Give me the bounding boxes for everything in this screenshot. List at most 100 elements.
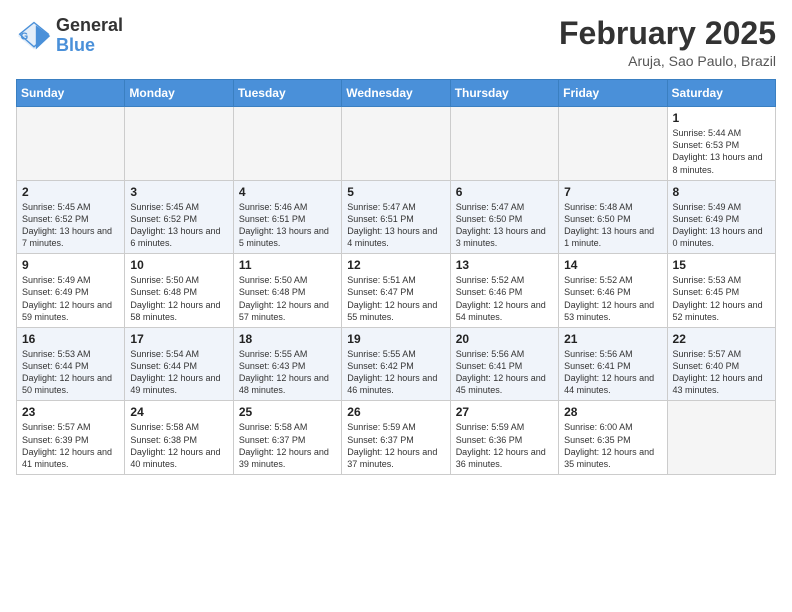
- day-cell: 10Sunrise: 5:50 AM Sunset: 6:48 PM Dayli…: [125, 254, 233, 328]
- week-row-5: 23 Sunrise: 5:57 AM Sunset: 6:39 PM Dayli…: [17, 401, 776, 475]
- day-cell: [125, 107, 233, 181]
- weekday-header-sunday: Sunday: [17, 80, 125, 107]
- weekday-header-thursday: Thursday: [450, 80, 558, 107]
- day-cell: 27Sunrise: 5:59 AM Sunset: 6:36 PM Dayli…: [450, 401, 558, 475]
- day-cell: [559, 107, 667, 181]
- day-number: 20: [456, 332, 553, 346]
- day-number: 12: [347, 258, 444, 272]
- day-info: Sunrise: 5:57 AM Sunset: 6:39 PM Dayligh…: [22, 421, 119, 470]
- day-info: Sunrise: 5:45 AM Sunset: 6:52 PM Dayligh…: [130, 201, 227, 250]
- day-number: 8: [673, 185, 770, 199]
- day-info: Sunrise: 5:55 AM Sunset: 6:42 PM Dayligh…: [347, 348, 444, 397]
- day-info: Sunrise: 5:46 AM Sunset: 6:51 PM Dayligh…: [239, 201, 336, 250]
- day-number: 17: [130, 332, 227, 346]
- day-number: 1: [673, 111, 770, 125]
- day-number: 7: [564, 185, 661, 199]
- day-info: Sunrise: 5:56 AM Sunset: 6:41 PM Dayligh…: [564, 348, 661, 397]
- day-cell: 23 Sunrise: 5:57 AM Sunset: 6:39 PM Dayli…: [17, 401, 125, 475]
- day-info: Sunrise: 5:54 AM Sunset: 6:44 PM Dayligh…: [130, 348, 227, 397]
- day-info: Sunrise: 5:50 AM Sunset: 6:48 PM Dayligh…: [239, 274, 336, 323]
- day-info: Sunrise: 5:45 AM Sunset: 6:52 PM Dayligh…: [22, 201, 119, 250]
- day-info: Sunrise: 5:48 AM Sunset: 6:50 PM Dayligh…: [564, 201, 661, 250]
- day-number: 23: [22, 405, 119, 419]
- day-cell: 2 Sunrise: 5:45 AM Sunset: 6:52 PM Daylig…: [17, 180, 125, 254]
- day-cell: 22 Sunrise: 5:57 AM Sunset: 6:40 PM Dayli…: [667, 327, 775, 401]
- day-cell: 18 Sunrise: 5:55 AM Sunset: 6:43 PM Dayli…: [233, 327, 341, 401]
- day-number: 24: [130, 405, 227, 419]
- day-number: 25: [239, 405, 336, 419]
- day-info: Sunrise: 5:49 AM Sunset: 6:49 PM Dayligh…: [673, 201, 770, 250]
- day-cell: 25 Sunrise: 5:58 AM Sunset: 6:37 PM Dayli…: [233, 401, 341, 475]
- day-cell: 21 Sunrise: 5:56 AM Sunset: 6:41 PM Dayli…: [559, 327, 667, 401]
- week-row-2: 2 Sunrise: 5:45 AM Sunset: 6:52 PM Daylig…: [17, 180, 776, 254]
- day-info: Sunrise: 5:56 AM Sunset: 6:41 PM Dayligh…: [456, 348, 553, 397]
- day-info: Sunrise: 5:52 AM Sunset: 6:46 PM Dayligh…: [456, 274, 553, 323]
- day-info: Sunrise: 5:51 AM Sunset: 6:47 PM Dayligh…: [347, 274, 444, 323]
- weekday-header-saturday: Saturday: [667, 80, 775, 107]
- day-number: 28: [564, 405, 661, 419]
- month-title: February 2025: [559, 16, 776, 51]
- day-info: Sunrise: 5:52 AM Sunset: 6:46 PM Dayligh…: [564, 274, 661, 323]
- day-cell: 1 Sunrise: 5:44 AM Sunset: 6:53 PM Daylig…: [667, 107, 775, 181]
- logo-general-text: General: [56, 16, 123, 36]
- day-info: Sunrise: 6:00 AM Sunset: 6:35 PM Dayligh…: [564, 421, 661, 470]
- day-number: 16: [22, 332, 119, 346]
- day-number: 9: [22, 258, 119, 272]
- day-info: Sunrise: 5:44 AM Sunset: 6:53 PM Dayligh…: [673, 127, 770, 176]
- day-cell: [342, 107, 450, 181]
- day-number: 14: [564, 258, 661, 272]
- logo-blue-text: Blue: [56, 36, 123, 56]
- day-info: Sunrise: 5:47 AM Sunset: 6:51 PM Dayligh…: [347, 201, 444, 250]
- day-cell: 24 Sunrise: 5:58 AM Sunset: 6:38 PM Dayli…: [125, 401, 233, 475]
- day-number: 21: [564, 332, 661, 346]
- day-cell: [667, 401, 775, 475]
- day-cell: 5 Sunrise: 5:47 AM Sunset: 6:51 PM Daylig…: [342, 180, 450, 254]
- day-info: Sunrise: 5:59 AM Sunset: 6:37 PM Dayligh…: [347, 421, 444, 470]
- day-cell: 7 Sunrise: 5:48 AM Sunset: 6:50 PM Daylig…: [559, 180, 667, 254]
- day-number: 19: [347, 332, 444, 346]
- day-info: Sunrise: 5:55 AM Sunset: 6:43 PM Dayligh…: [239, 348, 336, 397]
- day-cell: 17 Sunrise: 5:54 AM Sunset: 6:44 PM Dayli…: [125, 327, 233, 401]
- day-number: 26: [347, 405, 444, 419]
- weekday-header-wednesday: Wednesday: [342, 80, 450, 107]
- day-number: 15: [673, 258, 770, 272]
- day-cell: 8 Sunrise: 5:49 AM Sunset: 6:49 PM Daylig…: [667, 180, 775, 254]
- day-number: 6: [456, 185, 553, 199]
- day-cell: [17, 107, 125, 181]
- header: G General Blue February 2025 Aruja, Sao …: [16, 16, 776, 69]
- day-number: 27: [456, 405, 553, 419]
- day-cell: [450, 107, 558, 181]
- weekday-header-row: SundayMondayTuesdayWednesdayThursdayFrid…: [17, 80, 776, 107]
- day-cell: 9 Sunrise: 5:49 AM Sunset: 6:49 PM Daylig…: [17, 254, 125, 328]
- day-number: 3: [130, 185, 227, 199]
- page: G General Blue February 2025 Aruja, Sao …: [0, 0, 792, 612]
- day-cell: 15 Sunrise: 5:53 AM Sunset: 6:45 PM Dayli…: [667, 254, 775, 328]
- week-row-1: 1 Sunrise: 5:44 AM Sunset: 6:53 PM Daylig…: [17, 107, 776, 181]
- day-cell: 4Sunrise: 5:46 AM Sunset: 6:51 PM Daylig…: [233, 180, 341, 254]
- day-cell: [233, 107, 341, 181]
- day-number: 18: [239, 332, 336, 346]
- day-cell: 11 Sunrise: 5:50 AM Sunset: 6:48 PM Dayli…: [233, 254, 341, 328]
- day-info: Sunrise: 5:49 AM Sunset: 6:49 PM Dayligh…: [22, 274, 119, 323]
- day-cell: 3 Sunrise: 5:45 AM Sunset: 6:52 PM Daylig…: [125, 180, 233, 254]
- day-info: Sunrise: 5:58 AM Sunset: 6:38 PM Dayligh…: [130, 421, 227, 470]
- logo-text: General Blue: [56, 16, 123, 56]
- day-cell: 14 Sunrise: 5:52 AM Sunset: 6:46 PM Dayli…: [559, 254, 667, 328]
- logo-icon: G: [16, 18, 52, 54]
- day-number: 5: [347, 185, 444, 199]
- day-cell: 16Sunrise: 5:53 AM Sunset: 6:44 PM Dayli…: [17, 327, 125, 401]
- day-info: Sunrise: 5:58 AM Sunset: 6:37 PM Dayligh…: [239, 421, 336, 470]
- day-number: 22: [673, 332, 770, 346]
- day-cell: 19 Sunrise: 5:55 AM Sunset: 6:42 PM Dayli…: [342, 327, 450, 401]
- day-cell: 12 Sunrise: 5:51 AM Sunset: 6:47 PM Dayli…: [342, 254, 450, 328]
- weekday-header-friday: Friday: [559, 80, 667, 107]
- day-info: Sunrise: 5:53 AM Sunset: 6:45 PM Dayligh…: [673, 274, 770, 323]
- day-number: 10: [130, 258, 227, 272]
- day-cell: 13Sunrise: 5:52 AM Sunset: 6:46 PM Dayli…: [450, 254, 558, 328]
- day-info: Sunrise: 5:57 AM Sunset: 6:40 PM Dayligh…: [673, 348, 770, 397]
- day-number: 11: [239, 258, 336, 272]
- title-block: February 2025 Aruja, Sao Paulo, Brazil: [559, 16, 776, 69]
- day-cell: 20 Sunrise: 5:56 AM Sunset: 6:41 PM Dayli…: [450, 327, 558, 401]
- day-number: 2: [22, 185, 119, 199]
- location: Aruja, Sao Paulo, Brazil: [559, 53, 776, 69]
